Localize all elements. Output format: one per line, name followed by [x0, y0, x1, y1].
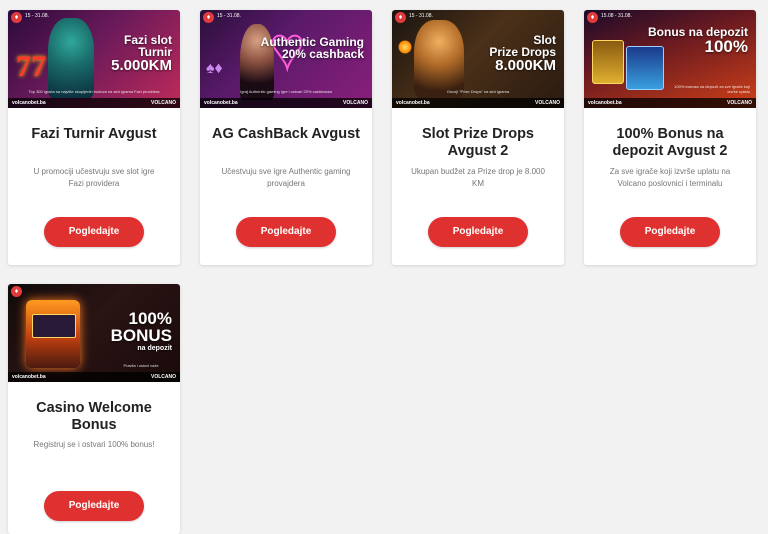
card-description: U promociji učestvuju sve slot igre Fazi… — [33, 167, 155, 188]
banner-date: 15.08 - 31.08. — [601, 13, 632, 19]
banner-brand: VOLCANO — [343, 100, 368, 106]
promo-banner[interactable]: ♦ 15.08 - 31.08. Bonus na depozit 100% 1… — [584, 10, 756, 108]
lantern-glow — [398, 40, 412, 54]
banner-headline: Authentic Gaming 20% cashback — [260, 35, 364, 62]
banner-fineprint: Pravila i uslovi važe — [123, 363, 159, 368]
promo-banner[interactable]: ♦ 15 - 31.08. Slot Prize Drops 8.000KM O… — [392, 10, 564, 108]
card-description: Za sve igrače koji izvrše uplatu na Volc… — [609, 167, 731, 188]
promo-banner[interactable]: ♦ 100% BONUS na depozit Pravila i uslovi… — [8, 284, 180, 382]
banner-date: 15 - 31.08. — [25, 13, 49, 19]
promo-banner[interactable]: ♥ ♠♦ ♦ 15 - 31.08. Authentic Gaming 20% … — [200, 10, 372, 108]
banner-fineprint: Igraj Authentic gaming igre i ostvari 20… — [240, 89, 332, 94]
banner-date: 15 - 31.08. — [409, 13, 433, 19]
card-suits-icon: ♠♦ — [206, 60, 223, 77]
brand-badge: ♦ — [395, 12, 406, 23]
promo-card: ♦ 15.08 - 31.08. Bonus na depozit 100% 1… — [584, 10, 756, 265]
promo-card: ♦ 15 - 31.08. Slot Prize Drops 8.000KM O… — [392, 10, 564, 265]
banner-fineprint: Osvoji "Prize Drops" na slot igrama — [446, 89, 510, 94]
brand-badge: ♦ — [587, 12, 598, 23]
banner-headline: 100% BONUS na depozit — [110, 309, 172, 352]
card-description: Učestvuju sve igre Authentic gaming prov… — [221, 167, 351, 188]
banner-brand: VOLCANO — [151, 374, 176, 380]
banner-brand: VOLCANO — [535, 100, 560, 106]
view-button[interactable]: Pogledajte — [236, 217, 336, 247]
banner-fineprint: 100% bonusa na depozit za sve igrače koj… — [674, 84, 750, 94]
card-description: Ukupan budžet za Prize drop je 8.000 KM — [411, 167, 545, 188]
card-title: Casino Welcome Bonus — [36, 400, 152, 433]
banner-site: volcanobet.ba — [204, 100, 238, 106]
brand-badge: ♦ — [11, 286, 22, 297]
view-button[interactable]: Pogledajte — [428, 217, 528, 247]
character-art — [48, 18, 94, 98]
banner-headline: Fazi slot Turnir 5.000KM — [111, 33, 172, 75]
banner-brand: VOLCANO — [151, 100, 176, 106]
banner-brand: VOLCANO — [727, 100, 752, 106]
banner-site: volcanobet.ba — [588, 100, 622, 106]
slot-reels — [32, 314, 76, 338]
banner-site: volcanobet.ba — [12, 100, 46, 106]
promo-banner[interactable]: 77 ♦ 15 - 31.08. Fazi slot Turnir 5.000K… — [8, 10, 180, 108]
promo-card: ♦ 100% BONUS na depozit Pravila i uslovi… — [8, 284, 180, 534]
promo-card: 77 ♦ 15 - 31.08. Fazi slot Turnir 5.000K… — [8, 10, 180, 265]
brand-badge: ♦ — [11, 12, 22, 23]
lucky-seven-art: 77 — [16, 50, 46, 83]
banner-site: volcanobet.ba — [396, 100, 430, 106]
banner-date: 15 - 31.08. — [217, 13, 241, 19]
banner-site: volcanobet.ba — [12, 374, 46, 380]
promo-card: ♥ ♠♦ ♦ 15 - 31.08. Authentic Gaming 20% … — [200, 10, 372, 265]
card-description: Registruj se i ostvari 100% bonus! — [33, 440, 155, 449]
card-title: Slot Prize Drops Avgust 2 — [422, 126, 534, 159]
card-title: Fazi Turnir Avgust — [31, 126, 157, 142]
slot-game-tile — [592, 40, 624, 84]
banner-headline: Slot Prize Drops 8.000KM — [489, 33, 556, 75]
card-title: AG CashBack Avgust — [212, 126, 360, 142]
view-button[interactable]: Pogledajte — [44, 217, 144, 247]
brand-badge: ♦ — [203, 12, 214, 23]
banner-headline: Bonus na depozit 100% — [648, 25, 748, 57]
card-title: 100% Bonus na depozit Avgust 2 — [612, 126, 728, 159]
view-button[interactable]: Pogledajte — [620, 217, 720, 247]
miner-character-art — [414, 20, 464, 98]
banner-fineprint: Top 300 igrača sa najviše skupljenih bod… — [28, 89, 160, 94]
view-button[interactable]: Pogledajte — [44, 491, 144, 521]
